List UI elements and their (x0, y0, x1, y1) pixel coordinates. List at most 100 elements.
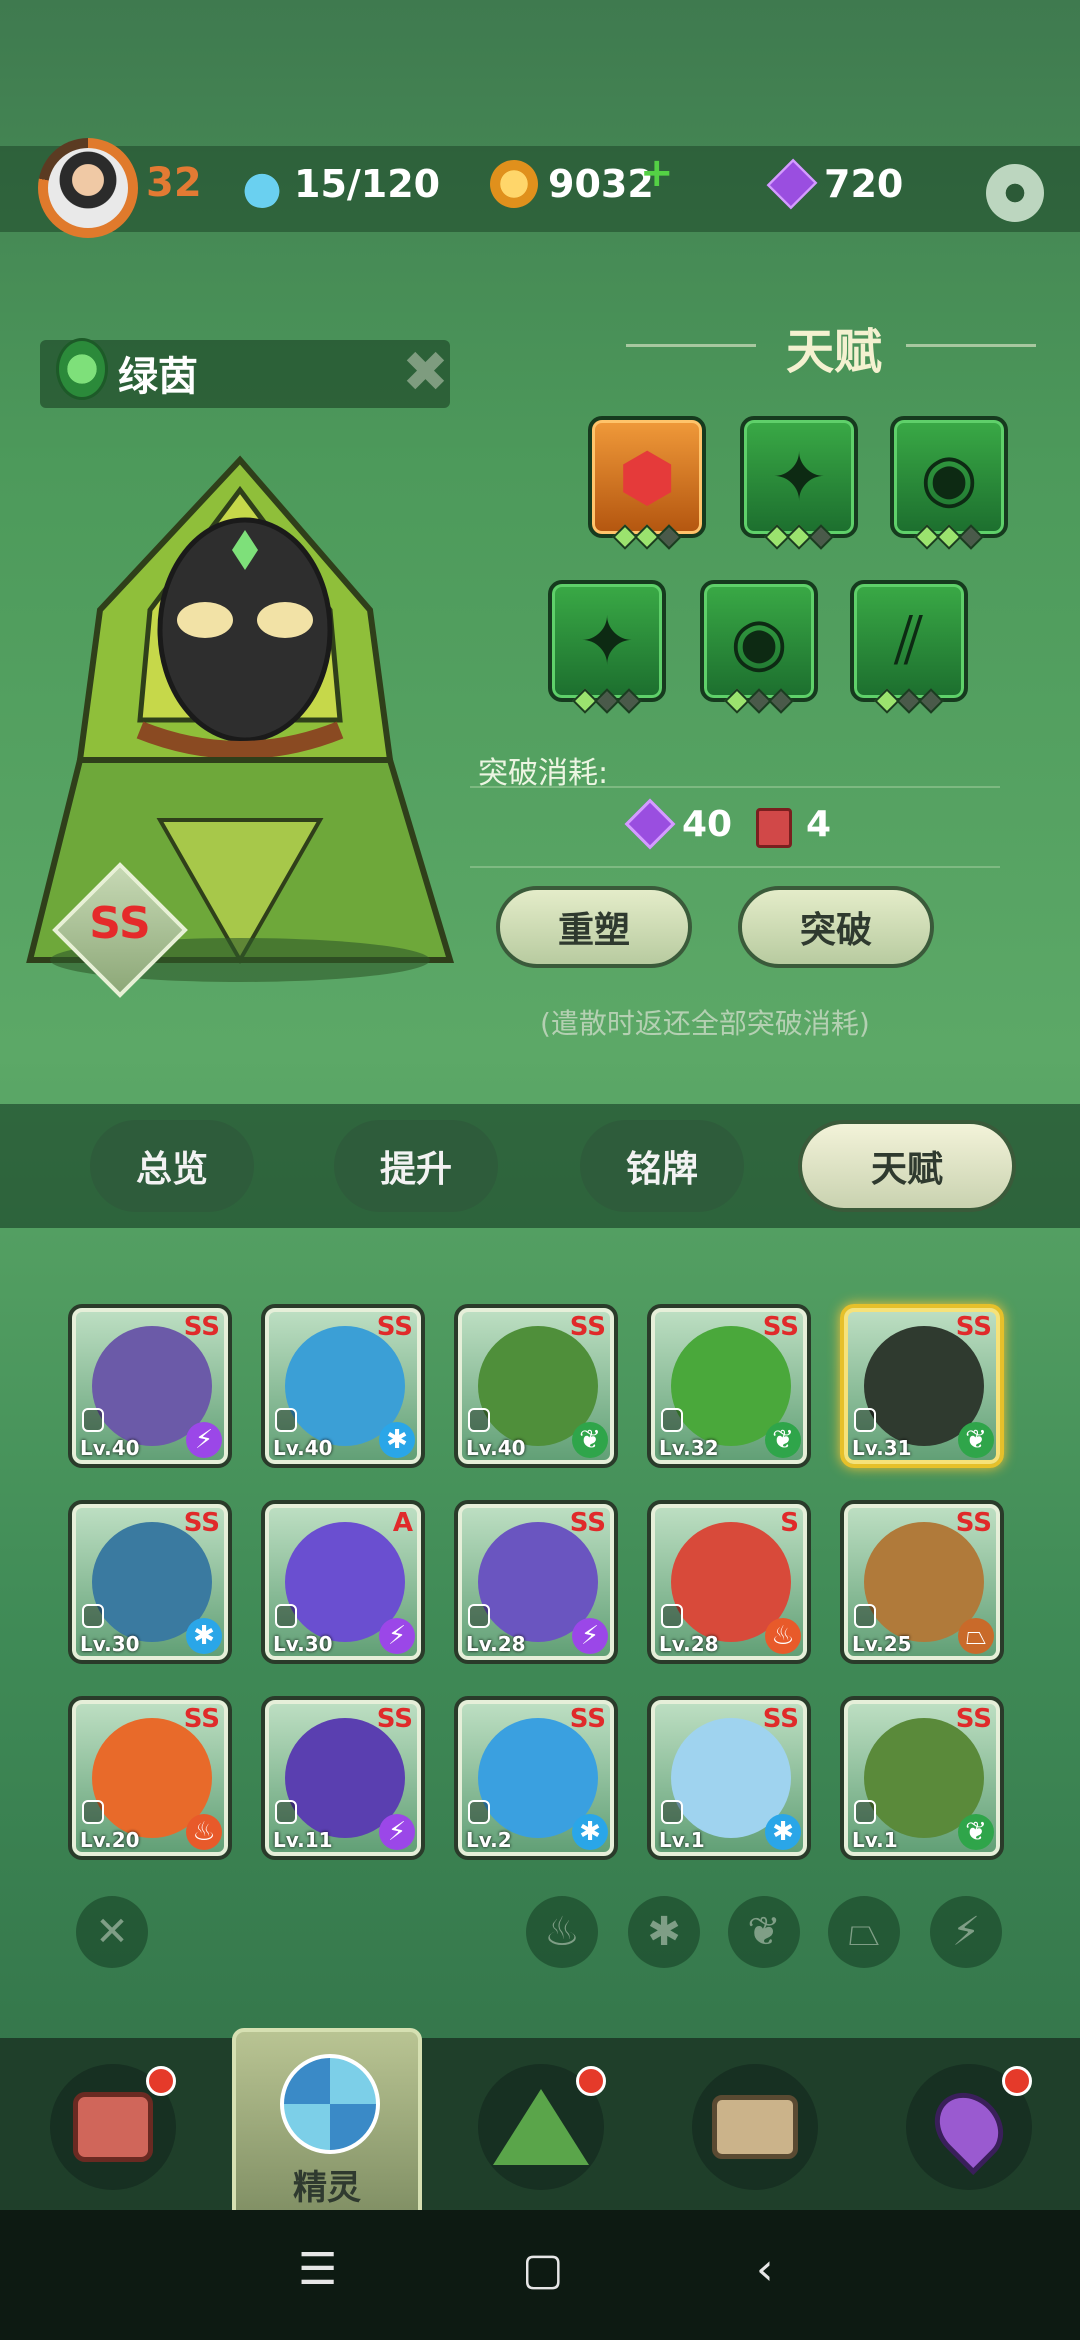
pet-level: Lv.28 (466, 1632, 526, 1656)
fire-icon: ♨ (765, 1618, 801, 1654)
energy-value: 15/120 (294, 162, 441, 206)
pet-card[interactable]: SS Lv.30 ✱ (68, 1500, 232, 1664)
player-level: 32 (146, 160, 202, 206)
leaf-filter-icon[interactable]: ❦ (728, 1896, 800, 1968)
menu-icon[interactable]: ☰ (298, 2244, 337, 2295)
back-icon[interactable]: ‹ (756, 2244, 774, 2295)
energy-display: 15/120 (240, 160, 440, 208)
fire-icon: ♨ (186, 1814, 222, 1850)
talent-slot[interactable]: ⬢ (588, 416, 706, 550)
leaf-icon: ❦ (765, 1422, 801, 1458)
add-coins-button[interactable]: + (640, 150, 674, 196)
talent-slot[interactable]: ✦ (740, 416, 858, 550)
talent-level-dot (958, 524, 984, 550)
notification-dot (146, 2066, 176, 2096)
close-filter-icon[interactable]: ✕ (76, 1896, 148, 1968)
lock-icon (82, 1604, 104, 1628)
player-avatar[interactable] (38, 138, 138, 238)
pet-card[interactable]: SS Lv.11 ⚡ (261, 1696, 425, 1860)
pet-grade: A (392, 1508, 413, 1538)
lock-icon (854, 1604, 876, 1628)
pet-level: Lv.1 (852, 1828, 898, 1852)
lightning-filter-icon[interactable]: ⚡ (930, 1896, 1002, 1968)
earth-filter-icon[interactable]: ⏢ (828, 1896, 900, 1968)
nav-spirits-label: 精灵 (293, 2168, 361, 2208)
lightning-icon: ⚡ (379, 1618, 415, 1654)
pet-card[interactable]: SS Lv.28 ⚡ (454, 1500, 618, 1664)
breakthrough-button[interactable]: 突破 (738, 886, 934, 968)
lock-icon (82, 1800, 104, 1824)
talent-level-dots (572, 688, 642, 714)
pet-card[interactable]: SS Lv.1 ✱ (647, 1696, 811, 1860)
coin-display: 9032 (490, 160, 654, 208)
nav-bag[interactable] (692, 2064, 818, 2190)
talent-slot[interactable]: ◉ (700, 580, 818, 714)
avatar-image (48, 148, 128, 228)
tab-upgrade[interactable]: 提升 (334, 1120, 498, 1212)
leaf-icon: ❦ (958, 1814, 994, 1850)
pet-card[interactable]: SS Lv.2 ✱ (454, 1696, 618, 1860)
pet-card[interactable]: SS Lv.32 ❦ (647, 1304, 811, 1468)
ice-icon: ✱ (572, 1814, 608, 1850)
gem-value: 720 (824, 162, 904, 206)
pet-level: Lv.31 (852, 1436, 912, 1460)
lock-icon (854, 1800, 876, 1824)
pet-card[interactable]: SS Lv.1 ❦ (840, 1696, 1004, 1860)
pet-grade: SS (183, 1508, 220, 1538)
talent-level-dots (874, 688, 944, 714)
nav-spirits[interactable]: 精灵 (232, 2028, 422, 2224)
talent-slot[interactable]: ✦ (548, 580, 666, 714)
settings-gear-icon[interactable] (986, 164, 1044, 222)
talent-level-dots (612, 524, 682, 550)
talent-icon: ✦ (579, 602, 635, 680)
fire-filter-icon[interactable]: ♨ (526, 1896, 598, 1968)
pet-card[interactable]: SS Lv.31 ❦ (840, 1304, 1004, 1468)
pet-grade: SS (183, 1704, 220, 1734)
tab-overview[interactable]: 总览 (90, 1120, 254, 1212)
ice-icon: ✱ (379, 1422, 415, 1458)
lock-icon (275, 1408, 297, 1432)
pet-card[interactable]: SS Lv.40 ⚡ (68, 1304, 232, 1468)
pet-card[interactable]: S Lv.28 ♨ (647, 1500, 811, 1664)
lock-icon (661, 1604, 683, 1628)
talent-icon: ⬢ (618, 438, 676, 516)
ice-filter-icon[interactable]: ✱ (628, 1896, 700, 1968)
pet-level: Lv.11 (273, 1828, 333, 1852)
pet-card[interactable]: SS Lv.25 ⏢ (840, 1500, 1004, 1664)
tab-talent[interactable]: 天赋 (798, 1120, 1016, 1212)
pet-level: Lv.32 (659, 1436, 719, 1460)
pet-card[interactable]: SS Lv.40 ❦ (454, 1304, 618, 1468)
home-icon[interactable]: ▢ (522, 2244, 564, 2295)
breakthrough-note: (遣散时返还全部突破消耗) (540, 1007, 870, 1040)
tab-nameplate[interactable]: 铭牌 (580, 1120, 744, 1212)
mountain-icon (493, 2089, 589, 2165)
chest-icon (712, 2095, 798, 2159)
pet-grade: SS (183, 1312, 220, 1342)
pet-card[interactable]: A Lv.30 ⚡ (261, 1500, 425, 1664)
pet-card[interactable]: SS Lv.20 ♨ (68, 1696, 232, 1860)
talent-slot[interactable]: ⫽ (850, 580, 968, 714)
pet-level: Lv.40 (273, 1436, 333, 1460)
dismiss-pet-icon[interactable]: ✖ (402, 340, 449, 405)
lock-icon (468, 1800, 490, 1824)
coin-icon (490, 160, 538, 208)
talent-icon: ◉ (730, 602, 788, 680)
pet-grade: SS (376, 1704, 413, 1734)
talent-icon: ✦ (771, 438, 827, 516)
lock-icon (275, 1800, 297, 1824)
pet-name: 绿茵 (118, 354, 198, 400)
cost-book-value: 4 (806, 804, 832, 845)
pet-level: Lv.40 (466, 1436, 526, 1460)
talent-slot[interactable]: ◉ (890, 416, 1008, 550)
pet-grade: SS (762, 1312, 799, 1342)
lock-icon (661, 1800, 683, 1824)
pet-grade: SS (955, 1704, 992, 1734)
pet-card[interactable]: SS Lv.40 ✱ (261, 1304, 425, 1468)
talent-level-dot (808, 524, 834, 550)
pet-grade: SS (569, 1508, 606, 1538)
pet-grade: SS (376, 1312, 413, 1342)
lock-icon (661, 1408, 683, 1432)
reset-button[interactable]: 重塑 (496, 886, 692, 968)
spirit-swirl-icon (280, 2054, 380, 2154)
talent-level-dot (918, 688, 944, 714)
